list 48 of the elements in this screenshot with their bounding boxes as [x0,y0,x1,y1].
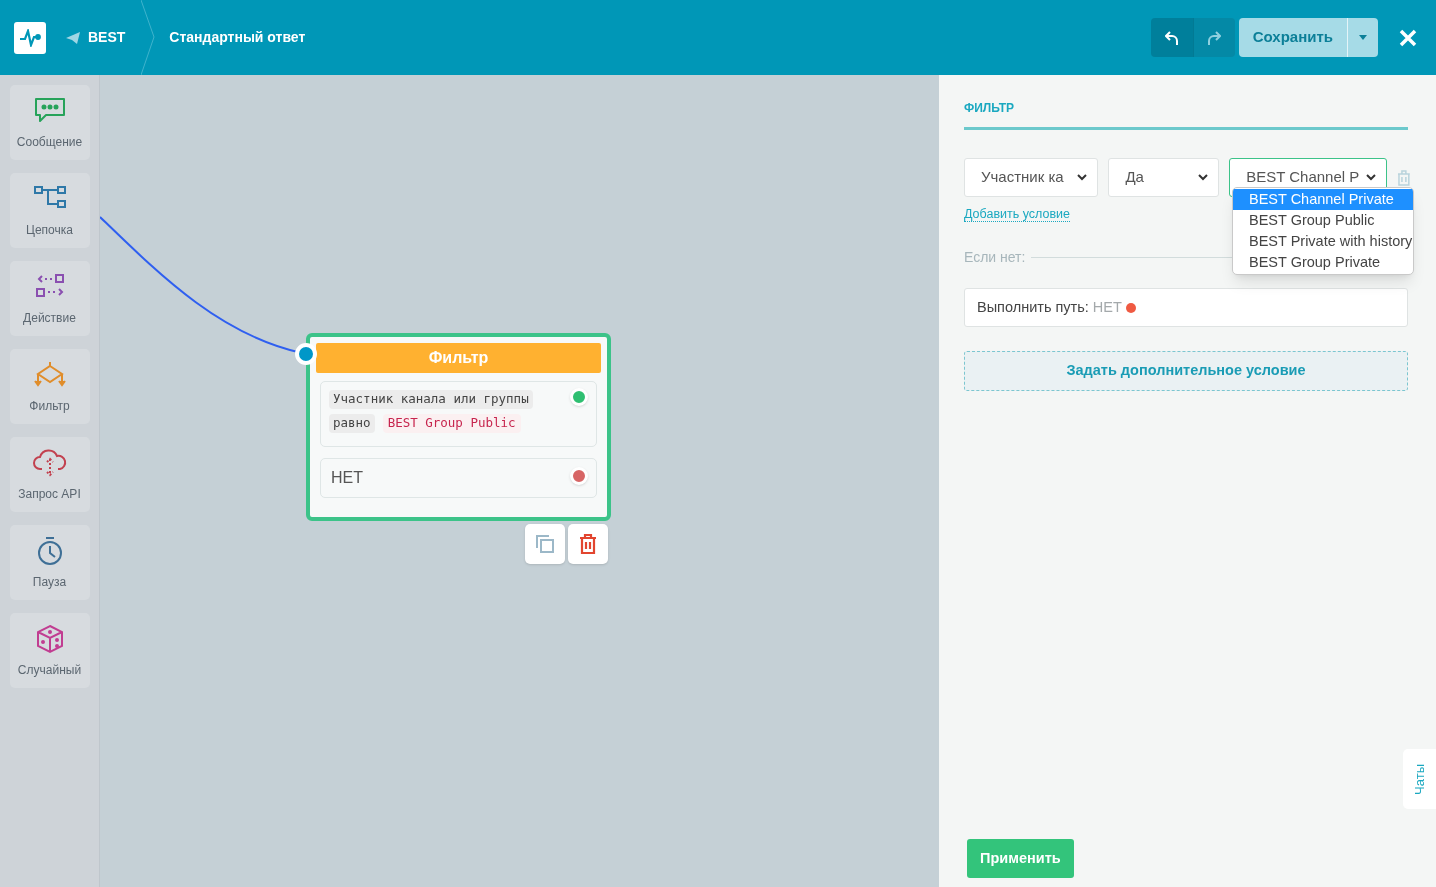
palette-item[interactable]: Пауза [9,525,90,600]
logo-icon[interactable] [14,21,46,54]
condition-field: Участник канала или группы [329,390,533,409]
input-port[interactable] [295,343,317,365]
save-button[interactable]: Сохранить [1238,18,1347,57]
else-label: Если нет: [964,248,1026,267]
select-field[interactable]: Участник ка [964,158,1099,197]
save-options-button[interactable] [1347,18,1378,57]
output-port[interactable] [570,467,588,485]
dropdown-option[interactable]: BEST Channel Private [1233,189,1413,210]
output-port[interactable] [570,388,588,406]
chevron-down-icon [1198,174,1209,181]
delete-button[interactable] [568,524,608,564]
paper-plane-icon [66,31,80,44]
palette-item[interactable]: Действие [9,261,90,336]
trash-icon [579,534,597,554]
undo-icon [1164,29,1179,46]
copy-button[interactable] [525,524,565,564]
apply-button[interactable]: Применить [967,839,1074,878]
add-condition-link[interactable]: Добавить условие [964,207,1071,222]
palette-item[interactable]: Цепочка [9,173,90,248]
page-title: Стандартный ответ [169,28,306,47]
copy-icon [535,534,555,554]
filter-node[interactable]: Фильтр Участник канала или группы равно BEST Group Public НЕТ [306,333,611,521]
redo-icon [1207,29,1222,46]
node-header: Фильтр [316,343,601,373]
palette-item[interactable]: Фильтр [9,349,90,424]
chevron-down-icon [1077,174,1088,181]
condition-value: BEST Group Public [382,413,521,433]
cloud-icon [31,446,68,479]
redo-button[interactable] [1192,18,1235,57]
palette-item[interactable]: Сообщение [9,85,90,160]
execute-path-field[interactable]: Выполнить путь: НЕТ [964,288,1408,327]
caret-icon [1359,35,1367,40]
channel-name[interactable]: BEST [88,27,126,48]
dropdown-option[interactable]: BEST Private with history [1233,231,1413,252]
condition-operator: равно [329,413,375,433]
no-branch-card: НЕТ [320,458,597,498]
chats-tab[interactable]: Чаты [1403,749,1436,809]
dropdown-option[interactable]: BEST Group Private [1233,252,1413,273]
select-field[interactable]: Да [1108,158,1220,197]
palette-item[interactable]: Случайный [9,613,90,688]
chevron-down-icon [1366,174,1377,181]
dropdown-option[interactable]: BEST Group Public [1233,210,1413,231]
undo-button[interactable] [1150,18,1193,57]
add-extra-condition-button[interactable]: Задать дополнительное условие [964,351,1408,391]
palette-item[interactable]: Запрос API [9,437,90,512]
panel-title: ФИЛЬТР [964,101,1015,115]
